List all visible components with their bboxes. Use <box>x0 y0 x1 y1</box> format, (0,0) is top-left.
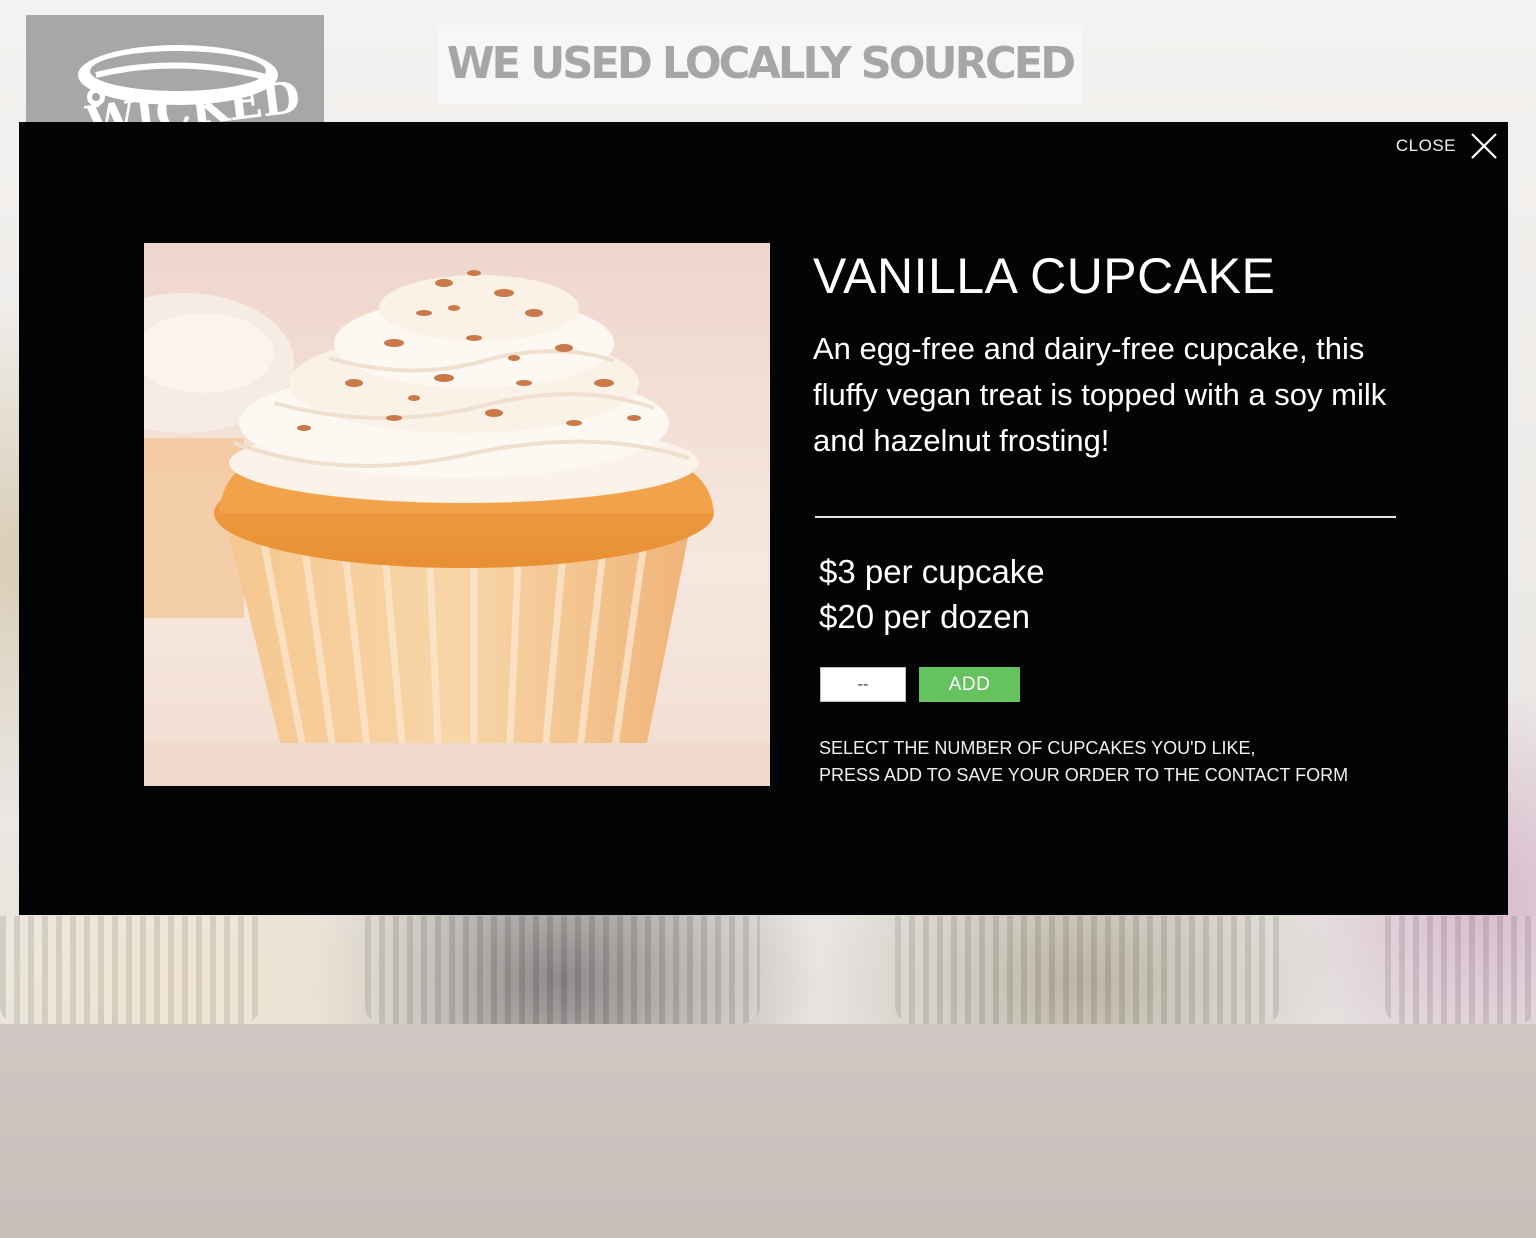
close-x-icon[interactable] <box>1470 132 1498 160</box>
close-button[interactable]: CLOSE <box>1396 128 1498 164</box>
product-title: VANILLA CUPCAKE <box>813 248 1276 304</box>
site-logo[interactable]: WICKED <box>26 15 324 123</box>
background-cupcake <box>0 916 260 1024</box>
price-single: $3 per cupcake <box>819 553 1045 590</box>
product-image <box>144 243 770 786</box>
instruction-line-2: PRESS ADD TO SAVE YOUR ORDER TO THE CONT… <box>819 765 1349 785</box>
instruction-line-1: SELECT THE NUMBER OF CUPCAKES YOU'D LIKE… <box>819 738 1256 758</box>
add-button[interactable]: ADD <box>919 667 1020 702</box>
background-cupcake <box>895 916 1280 1024</box>
background-headline: WE USED LOCALLY SOURCED <box>437 25 1083 104</box>
background-cupcake <box>1385 916 1536 1024</box>
product-description: An egg-free and dairy-free cupcake, this… <box>813 331 1387 458</box>
logo-pot-icon: WICKED <box>78 45 303 123</box>
background-cupcake <box>365 916 760 1024</box>
product-modal: CLOSE VANILLA CUPCAKE An egg-free and da… <box>19 122 1508 915</box>
background-photo <box>0 1024 1536 1238</box>
divider <box>815 516 1396 518</box>
price-dozen: $20 per dozen <box>819 598 1031 635</box>
close-label: CLOSE <box>1395 136 1456 155</box>
vanilla-cupcake-photo <box>144 243 770 786</box>
quantity-input[interactable] <box>820 667 906 702</box>
